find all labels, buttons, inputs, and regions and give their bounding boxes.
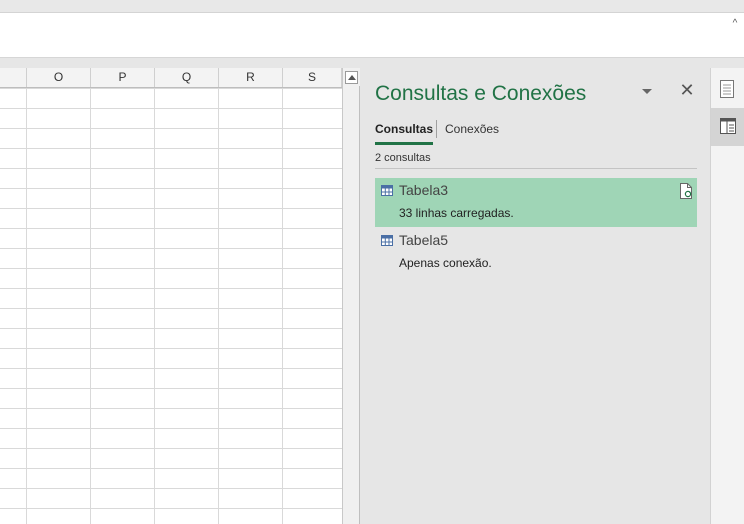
query-name: Tabela3 xyxy=(399,182,449,198)
gridline xyxy=(154,88,155,524)
table-pane-icon xyxy=(720,118,736,134)
column-header-q[interactable]: Q xyxy=(155,68,219,87)
query-status: 33 linhas carregadas. xyxy=(399,206,514,220)
query-count: 2 consultas xyxy=(375,152,431,164)
close-icon[interactable]: ✕ xyxy=(679,81,695,99)
task-pane-switcher xyxy=(710,68,744,524)
tab-divider xyxy=(436,120,437,138)
tab-consultas[interactable]: Consultas xyxy=(375,120,434,145)
query-item-tabela5[interactable]: Tabela5 Apenas conexão. xyxy=(375,228,697,277)
document-icon xyxy=(720,80,734,98)
column-header-o[interactable]: O xyxy=(27,68,91,87)
gridline xyxy=(282,88,283,524)
ribbon: ^ xyxy=(0,13,744,58)
scroll-track xyxy=(359,86,360,524)
table-icon xyxy=(381,185,393,196)
column-header-partial[interactable] xyxy=(0,68,27,87)
pane-title: Consultas e Conexões xyxy=(375,82,587,105)
vertical-scrollbar[interactable] xyxy=(342,68,360,524)
queries-connections-pane: Consultas e Conexões ✕ Consultas Conexõe… xyxy=(361,68,710,524)
query-item-tabela3[interactable]: Tabela3 33 linhas carregadas. xyxy=(375,178,697,227)
spreadsheet-grid[interactable]: O P Q R S xyxy=(0,68,342,524)
query-status: Apenas conexão. xyxy=(399,256,492,270)
queries-pane-button[interactable] xyxy=(711,108,744,146)
chevron-up-icon[interactable]: ^ xyxy=(729,18,741,30)
refresh-document-icon[interactable] xyxy=(679,183,693,199)
column-header-s[interactable]: S xyxy=(283,68,342,87)
pane-options-dropdown-icon[interactable] xyxy=(639,86,655,98)
tab-conexoes[interactable]: Conexões xyxy=(445,120,499,142)
column-header-p[interactable]: P xyxy=(91,68,155,87)
document-pane-button[interactable] xyxy=(711,70,744,108)
query-name: Tabela5 xyxy=(399,232,449,248)
column-header-row: O P Q R S xyxy=(0,68,342,88)
scroll-up-arrow-icon[interactable] xyxy=(345,71,358,84)
column-header-r[interactable]: R xyxy=(219,68,283,87)
gridline xyxy=(218,88,219,524)
cell-grid[interactable] xyxy=(0,88,342,524)
title-bar-strip xyxy=(0,0,744,13)
divider xyxy=(375,168,697,169)
pane-tabs: Consultas Conexões xyxy=(375,120,705,145)
gridline xyxy=(90,88,91,524)
table-icon xyxy=(381,235,393,246)
gridline xyxy=(26,88,27,524)
